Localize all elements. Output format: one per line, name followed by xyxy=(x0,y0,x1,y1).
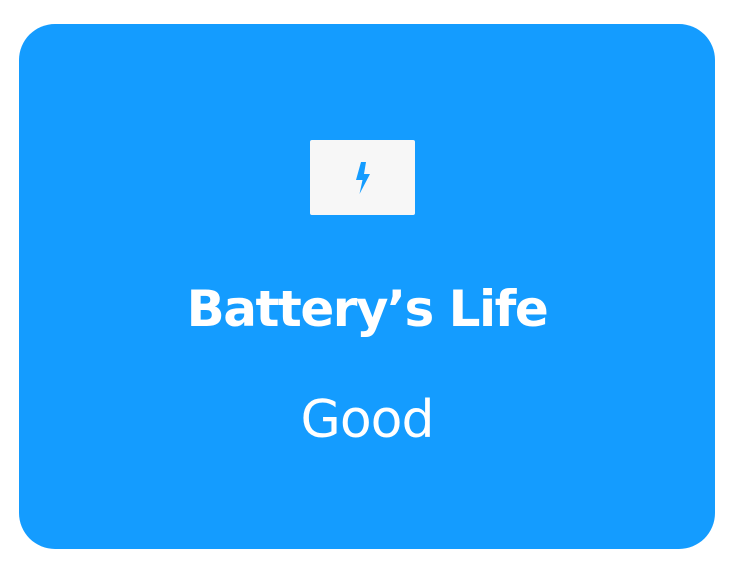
card-title: Battery’s Life xyxy=(186,280,549,338)
battery-status-value: Good xyxy=(300,390,435,450)
lightning-bolt-icon xyxy=(355,161,370,194)
battery-status-card: Battery’s Life Good xyxy=(19,24,715,549)
icon-container xyxy=(310,140,415,215)
